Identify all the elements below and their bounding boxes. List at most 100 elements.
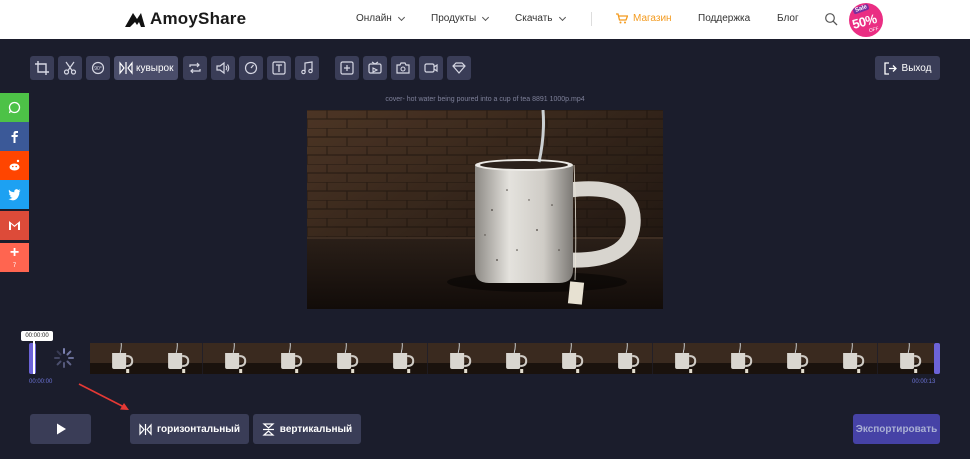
exit-label: Выход — [901, 62, 932, 74]
video-frame-image — [307, 110, 663, 309]
text-icon — [272, 61, 286, 75]
flip-horizontal-button[interactable]: горизонтальный — [130, 414, 249, 444]
facebook-icon — [11, 131, 18, 143]
chevron-down-icon — [397, 13, 405, 21]
flip-horizontal-label: горизонтальный — [157, 423, 240, 435]
svg-text:90°: 90° — [94, 66, 102, 72]
share-twitter[interactable] — [0, 180, 29, 209]
nav-support[interactable]: Поддержка — [698, 13, 750, 24]
timeline-frame-thumbnail — [202, 343, 259, 374]
nav-products-label: Продукты — [431, 13, 477, 24]
search-icon[interactable] — [824, 12, 838, 26]
chevron-down-icon — [558, 13, 566, 21]
timeline-frame-thumbnail — [708, 343, 766, 374]
loop-tool-button[interactable] — [183, 56, 207, 80]
flip-horizontal-icon — [139, 422, 152, 436]
timeline-frame-thumbnail — [821, 343, 878, 374]
scissors-icon — [63, 61, 77, 75]
rotate-icon: 90° — [91, 61, 105, 75]
timeline-frame-thumbnail — [146, 343, 203, 374]
timeline-frame-thumbnail — [315, 343, 372, 374]
chevron-down-icon — [482, 13, 490, 21]
timeline-end-time: 00:00:13 — [912, 379, 936, 385]
gmail-icon — [9, 221, 20, 230]
flip-vertical-button[interactable]: вертикальный — [253, 414, 361, 444]
timeline-frame-thumbnail — [540, 343, 597, 374]
twitter-icon — [8, 189, 21, 201]
nav-support-label: Поддержка — [698, 13, 751, 24]
merge-tool-button[interactable] — [335, 56, 359, 80]
timeline-frames[interactable] — [90, 343, 934, 374]
camera-icon — [396, 62, 410, 74]
music-tool-button[interactable] — [295, 56, 319, 80]
nav-blog[interactable]: Блог — [777, 13, 799, 24]
export-button[interactable]: Экспортировать — [853, 414, 940, 444]
screenshot-tool-button[interactable] — [391, 56, 415, 80]
cut-tool-button[interactable] — [58, 56, 82, 80]
playhead[interactable] — [33, 341, 35, 374]
video-preview[interactable] — [307, 110, 663, 309]
nav-download[interactable]: Скачать — [515, 13, 566, 24]
nav-download-label: Скачать — [515, 13, 553, 24]
text-tool-button[interactable] — [267, 56, 291, 80]
sale-badge[interactable]: Sale 50% OFF — [849, 3, 883, 37]
annotation-arrow-icon — [78, 383, 129, 410]
record-tool-button[interactable] — [419, 56, 443, 80]
share-more-button[interactable]: + 7 — [0, 243, 29, 272]
volume-tool-button[interactable] — [211, 56, 235, 80]
video-filename: cover- hot water being poured into a cup… — [385, 96, 585, 103]
share-count: 7 — [12, 263, 17, 269]
timeline-frame-thumbnail — [371, 343, 428, 374]
speed-tool-button[interactable] — [239, 56, 263, 80]
exit-button[interactable]: Выход — [875, 56, 940, 80]
flip-tool-button[interactable]: кувырок — [114, 56, 178, 80]
timeline-start-time: 00:00:00 — [29, 379, 53, 385]
diamond-icon — [452, 62, 466, 74]
crop-tool-button[interactable] — [30, 56, 54, 80]
site-header: AmoyShare Онлайн Продукты Скачать Магази… — [0, 0, 970, 39]
cart-icon — [616, 13, 628, 24]
timeline-frame-thumbnail — [90, 343, 147, 374]
video-camera-icon — [424, 63, 438, 73]
flip-tool-label: кувырок — [136, 62, 174, 74]
trim-handle-right[interactable] — [934, 343, 940, 374]
share-gmail[interactable] — [0, 211, 29, 240]
whatsapp-icon — [8, 101, 21, 114]
logo-text: AmoyShare — [150, 9, 247, 28]
nav-online[interactable]: Онлайн — [356, 13, 405, 24]
exit-icon — [883, 61, 897, 75]
flip-vertical-label: вертикальный — [279, 423, 353, 435]
speaker-icon — [216, 61, 230, 75]
nav-blog-label: Блог — [777, 13, 799, 24]
play-icon — [56, 423, 66, 435]
timeline-frame-thumbnail — [596, 343, 653, 374]
rotate-tool-button[interactable]: 90° — [86, 56, 110, 80]
subtitle-tool-button[interactable] — [363, 56, 387, 80]
timeline-frame-thumbnail — [765, 343, 822, 374]
sale-off: OFF — [868, 25, 880, 35]
crop-icon — [35, 61, 49, 75]
logo[interactable]: AmoyShare — [124, 9, 246, 29]
reddit-icon — [9, 159, 20, 171]
current-time-tooltip: 00:00:00 — [21, 331, 53, 341]
app-root: AmoyShare Онлайн Продукты Скачать Магази… — [0, 0, 970, 459]
watermark-tool-button[interactable] — [447, 56, 471, 80]
music-icon — [301, 61, 313, 75]
timeline-frame-thumbnail — [258, 343, 316, 374]
nav-online-label: Онлайн — [356, 13, 392, 24]
timeline-frame-thumbnail — [483, 343, 541, 374]
flip-vertical-icon — [262, 422, 275, 436]
timeline-frame-thumbnail — [427, 343, 484, 374]
nav-divider — [591, 12, 592, 26]
plus-icon: + — [9, 244, 20, 261]
nav-store[interactable]: Магазин — [616, 13, 672, 24]
play-button[interactable] — [30, 414, 91, 444]
amoyshare-logo-icon — [125, 13, 145, 27]
subtitle-icon — [368, 61, 382, 74]
nav-products[interactable]: Продукты — [431, 13, 490, 24]
flip-icon — [119, 61, 133, 75]
share-facebook[interactable] — [0, 122, 29, 151]
share-whatsapp[interactable] — [0, 93, 29, 122]
nav-store-label: Магазин — [633, 13, 672, 24]
share-reddit[interactable] — [0, 151, 29, 180]
